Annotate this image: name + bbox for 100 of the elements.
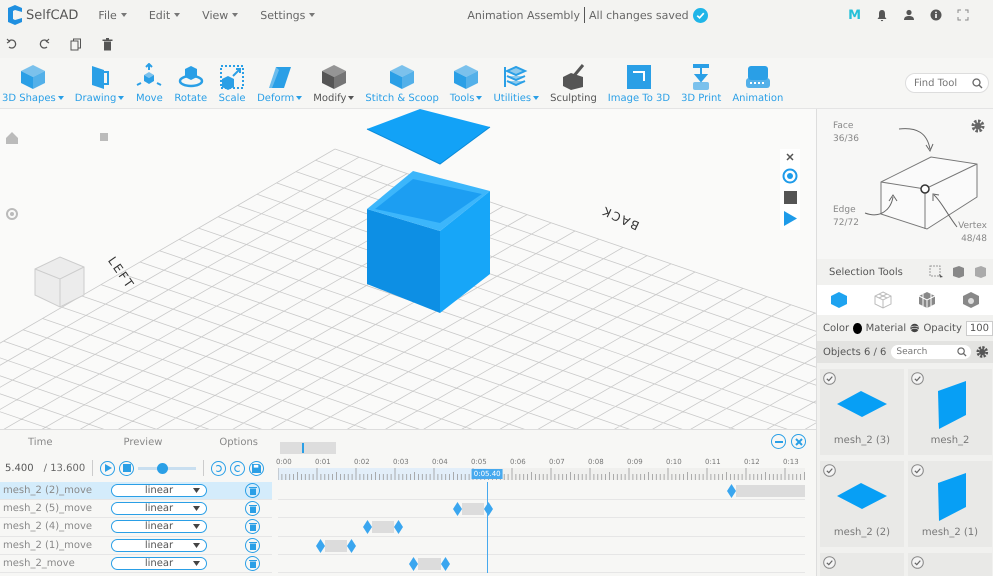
search-icon[interactable]: [957, 347, 968, 357]
object-search-field[interactable]: Search: [891, 345, 972, 359]
object-name: mesh_2 (3): [834, 434, 890, 446]
easing-select[interactable]: linear: [111, 520, 207, 534]
tool-button[interactable]: Modify: [313, 62, 354, 104]
menu-item[interactable]: View: [202, 8, 238, 22]
tool-button[interactable]: Animation: [732, 62, 784, 104]
easing-select[interactable]: linear: [111, 538, 207, 552]
tool-button[interactable]: Deform: [257, 62, 302, 104]
tool-button[interactable]: Image To 3D: [608, 62, 670, 104]
easing-select[interactable]: linear: [111, 502, 207, 516]
check-circle-icon[interactable]: [911, 556, 924, 569]
settings-icon[interactable]: [976, 345, 989, 359]
home-icon[interactable]: [6, 132, 18, 144]
stop-button[interactable]: [119, 460, 134, 476]
close-icon[interactable]: [786, 153, 794, 161]
tool-button[interactable]: Move: [135, 62, 164, 104]
bell-icon[interactable]: [876, 8, 888, 22]
target-icon[interactable]: [782, 168, 798, 184]
play-button[interactable]: [100, 460, 116, 476]
lid-drawing[interactable]: [366, 109, 490, 165]
check-circle-icon[interactable]: [823, 556, 836, 569]
redo-button[interactable]: [230, 460, 246, 476]
stop-icon[interactable]: [784, 191, 796, 204]
clip-bar[interactable]: [372, 521, 394, 534]
tool-button[interactable]: Drawing: [74, 62, 124, 104]
track-row[interactable]: mesh_2 (5)_move linear: [0, 500, 272, 518]
color-label: Color: [823, 322, 850, 334]
search-icon[interactable]: [972, 78, 983, 88]
account-badge[interactable]: M: [848, 8, 861, 22]
face-label: Face: [833, 121, 854, 131]
cube-icon[interactable]: [973, 265, 987, 279]
find-tool-field[interactable]: Find Tool: [905, 73, 989, 93]
app-name: SelfCAD: [26, 8, 78, 22]
clip-bar[interactable]: [324, 540, 347, 552]
close-button[interactable]: [791, 434, 806, 449]
check-circle-icon[interactable]: [823, 372, 836, 385]
menu-item[interactable]: File: [98, 8, 127, 22]
tool-button[interactable]: Sculpting: [550, 62, 597, 104]
cube-icon[interactable]: [951, 265, 965, 279]
object-name: mesh_2: [930, 434, 970, 446]
check-circle-icon[interactable]: [911, 372, 924, 385]
tool-button[interactable]: Stitch & Scoop: [365, 62, 439, 104]
delete-button[interactable]: [245, 483, 260, 498]
delete-button[interactable]: [245, 556, 260, 571]
redo-icon[interactable]: [38, 38, 50, 50]
easing-select[interactable]: linear: [111, 556, 207, 570]
track-row[interactable]: mesh_2 (2)_move linear: [0, 482, 272, 500]
cube-icon: [962, 291, 980, 309]
view-cube-drawing[interactable]: [34, 256, 84, 308]
easing-select[interactable]: linear: [111, 484, 207, 498]
check-circle-icon[interactable]: [823, 464, 836, 477]
fullscreen-icon[interactable]: [957, 9, 969, 21]
clip-bar[interactable]: [418, 558, 441, 570]
tool-button[interactable]: 3D Print: [681, 62, 722, 104]
play-icon[interactable]: [783, 211, 797, 226]
document-title: Animation Assembly: [467, 8, 580, 22]
box-drawing[interactable]: [367, 171, 490, 313]
tool-button[interactable]: 3D Shapes: [2, 62, 64, 104]
menu-item[interactable]: Edit: [148, 8, 180, 22]
settings-icon[interactable]: [971, 119, 985, 133]
clip-bar[interactable]: [462, 503, 484, 516]
color-swatch[interactable]: [853, 322, 862, 334]
tool-button[interactable]: Scale: [218, 62, 246, 104]
cube-icon: [18, 62, 47, 90]
check-circle-icon[interactable]: [911, 464, 924, 477]
tool-button[interactable]: Rotate: [174, 62, 208, 104]
clip-bar[interactable]: [736, 485, 805, 497]
delete-button[interactable]: [245, 501, 260, 516]
copy-icon[interactable]: [70, 38, 82, 50]
timeline-overview[interactable]: [280, 442, 336, 454]
picture-icon: [624, 62, 653, 90]
user-icon[interactable]: [903, 9, 915, 21]
vertex-label: Vertex: [958, 221, 987, 231]
material-ball-icon[interactable]: [910, 322, 920, 334]
tool-button[interactable]: Utilities: [493, 62, 540, 104]
grid-cube-icon: [918, 291, 936, 309]
object-name: mesh_2 (2): [834, 526, 890, 538]
undo-icon[interactable]: [6, 38, 18, 50]
minimize-button[interactable]: [771, 434, 786, 449]
object-card[interactable]: mesh_2 (2): [820, 461, 904, 547]
tool-button[interactable]: Tools: [450, 62, 482, 104]
trash-icon[interactable]: [102, 38, 113, 50]
object-card[interactable]: mesh_2 (1): [908, 461, 992, 547]
delete-button[interactable]: [245, 519, 260, 534]
info-icon[interactable]: [930, 9, 942, 21]
target-icon[interactable]: [6, 208, 18, 220]
undo-button[interactable]: [211, 460, 226, 476]
track-row[interactable]: mesh_2 (1)_move linear: [0, 536, 272, 555]
stop-icon: [122, 464, 131, 472]
menu-item[interactable]: Settings: [260, 8, 316, 22]
preview-slider[interactable]: [138, 463, 196, 473]
object-card[interactable]: mesh_2: [908, 369, 992, 455]
cursor-box-icon[interactable]: [929, 265, 943, 279]
object-card[interactable]: mesh_2 (3): [820, 369, 904, 455]
track-row[interactable]: mesh_2_move linear: [0, 554, 272, 573]
track-row[interactable]: mesh_2 (4)_move linear: [0, 518, 272, 537]
save-button[interactable]: [249, 460, 264, 476]
delete-button[interactable]: [245, 538, 260, 553]
opacity-field[interactable]: 100: [966, 320, 993, 336]
